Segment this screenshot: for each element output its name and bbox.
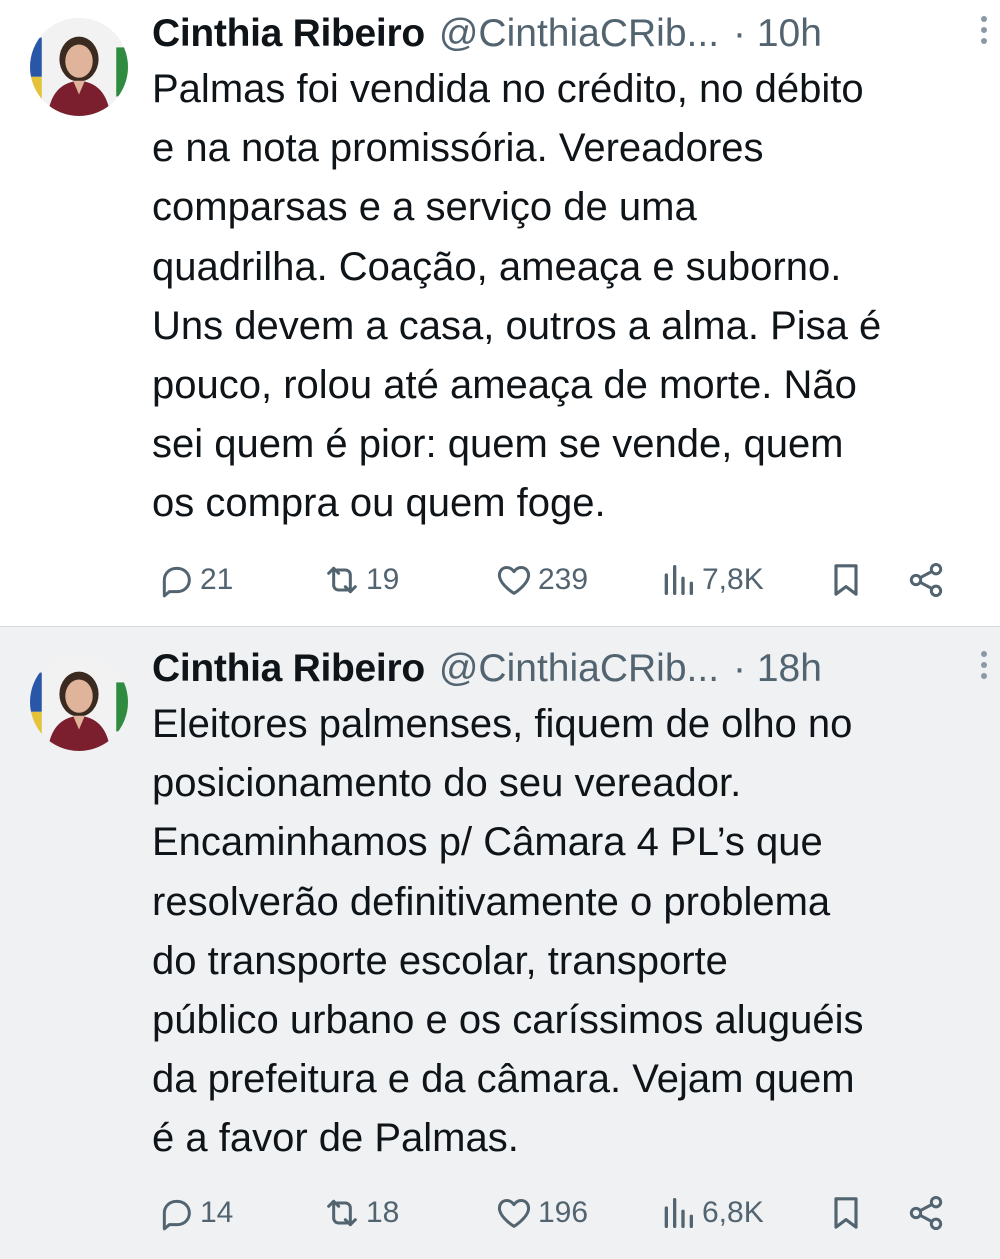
tweet-text: Eleitores palmenses, fiquem de olho no p… <box>152 702 864 1161</box>
tweet-header: Cinthia Ribeiro @CinthiaCRib... · 10h <box>152 6 970 62</box>
like-button[interactable]: 196 <box>494 1189 588 1237</box>
tweet-actions: 14 18 196 6,8K <box>0 1189 1000 1237</box>
reply-count: 14 <box>200 1196 234 1229</box>
author-name[interactable]: Cinthia Ribeiro <box>152 647 425 691</box>
repost-icon <box>322 560 362 600</box>
bookmark-button[interactable] <box>826 1189 866 1237</box>
views-icon <box>658 1193 698 1233</box>
bookmark-icon <box>826 1193 866 1233</box>
reply-count: 21 <box>200 563 234 596</box>
reply-button[interactable]: 14 <box>156 1189 233 1237</box>
like-count: 196 <box>538 1196 589 1229</box>
heart-icon <box>494 560 534 600</box>
repost-count: 18 <box>366 1196 400 1229</box>
tweet[interactable]: Cinthia Ribeiro @CinthiaCRib... · 18h El… <box>0 626 1000 1259</box>
tweet-actions: 21 19 239 7,8K <box>0 556 1000 604</box>
author-name[interactable]: Cinthia Ribeiro <box>152 12 425 56</box>
share-button[interactable] <box>906 1189 946 1237</box>
bookmark-button[interactable] <box>826 556 866 604</box>
views-count: 6,8K <box>702 1196 764 1229</box>
timestamp[interactable]: · 10h <box>733 12 822 56</box>
views-icon <box>658 560 698 600</box>
views-button[interactable]: 6,8K <box>658 1189 764 1237</box>
share-button[interactable] <box>906 556 946 604</box>
timestamp[interactable]: · 18h <box>733 647 822 691</box>
repost-button[interactable]: 19 <box>322 556 399 604</box>
repost-button[interactable]: 18 <box>322 1189 399 1237</box>
tweet-header: Cinthia Ribeiro @CinthiaCRib... · 18h <box>152 641 970 697</box>
tweet[interactable]: Cinthia Ribeiro @CinthiaCRib... · 10h Pa… <box>0 0 1000 626</box>
like-button[interactable]: 239 <box>494 556 588 604</box>
heart-icon <box>494 1193 534 1233</box>
repost-icon <box>322 1193 362 1233</box>
bookmark-icon <box>826 560 866 600</box>
share-icon <box>906 560 946 600</box>
tweet-text: Palmas foi vendida no crédito, no débito… <box>152 67 882 526</box>
like-count: 239 <box>538 563 589 596</box>
author-handle[interactable]: @CinthiaCRib... <box>439 647 719 691</box>
more-icon[interactable] <box>978 16 990 50</box>
avatar[interactable] <box>30 653 128 751</box>
avatar[interactable] <box>30 18 128 116</box>
views-button[interactable]: 7,8K <box>658 556 764 604</box>
reply-button[interactable]: 21 <box>156 556 233 604</box>
share-icon <box>906 1193 946 1233</box>
more-icon[interactable] <box>978 651 990 685</box>
reply-icon <box>156 1193 196 1233</box>
reply-icon <box>156 560 196 600</box>
views-count: 7,8K <box>702 563 764 596</box>
repost-count: 19 <box>366 563 400 596</box>
author-handle[interactable]: @CinthiaCRib... <box>439 12 719 56</box>
